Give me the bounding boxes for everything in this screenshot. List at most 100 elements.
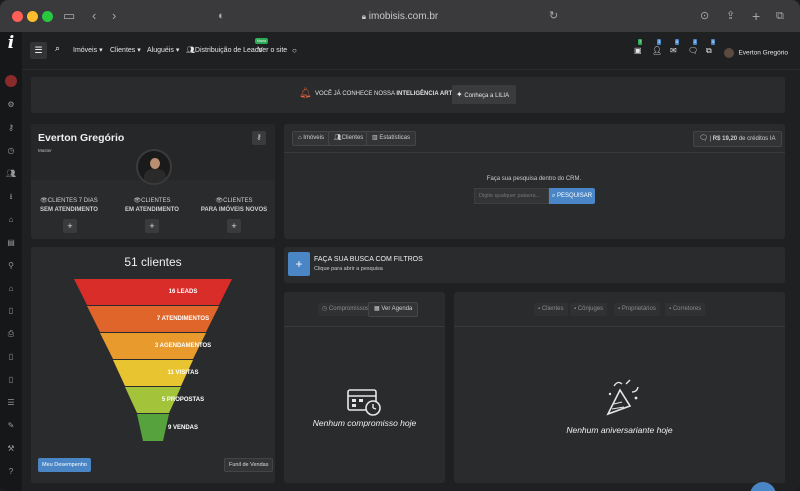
- top-navbar: ☰ ⌕ Imóveis ▾ Clientes ▾ Aluguéis ▾ 👥︎Di…: [22, 32, 800, 70]
- tab-proprietarios[interactable]: ▪ Proprietários: [614, 303, 660, 316]
- filter-title: FAÇA SUA BUSCA COM FILTROS: [314, 256, 423, 263]
- file-icon[interactable]: ▯: [5, 305, 17, 317]
- help-icon[interactable]: ?: [5, 466, 17, 478]
- nav-alugueis[interactable]: Aluguéis ▾: [147, 43, 179, 59]
- new-tab-icon[interactable]: +: [752, 9, 760, 23]
- sidebar-toggle-icon[interactable]: ▭: [63, 9, 75, 23]
- mail-notification-icon[interactable]: ✉ 6: [670, 39, 680, 59]
- edit-icon[interactable]: ✎: [5, 420, 17, 432]
- privacy-shield-icon[interactable]: ◐: [218, 9, 225, 23]
- lock-icon: 🔒︎: [361, 12, 366, 21]
- tab-clientes-aniversario[interactable]: ▪ Clientes: [534, 303, 568, 316]
- reload-icon[interactable]: ↻: [549, 9, 558, 23]
- print-icon[interactable]: ⎙: [5, 328, 17, 340]
- sparkle-icon: ✦: [456, 90, 463, 99]
- tab-conjuges-label: Cônjuges: [577, 306, 604, 312]
- building-icon[interactable]: ⌂: [5, 283, 17, 295]
- funnel-label-vendas: 9 VENDAS: [167, 425, 198, 431]
- list-icon[interactable]: ☰: [5, 397, 17, 409]
- plus-icon: +: [295, 257, 303, 271]
- clock-icon[interactable]: ◷: [5, 145, 17, 157]
- ai-credits-button[interactable]: 🗨︎ | R$ 19,20 de créditos IA: [693, 131, 782, 147]
- key-icon: ⚷: [256, 134, 262, 141]
- search-prompt: Faça sua pesquisa dentro do CRM.: [486, 176, 582, 182]
- tab-conjuges[interactable]: ▪ Cônjuges: [570, 303, 608, 316]
- crm-search-input[interactable]: [474, 188, 549, 204]
- user-menu[interactable]: Everton Gregório: [724, 44, 788, 58]
- conheca-lilia-button[interactable]: ✦ Conheça a LILIA: [452, 85, 516, 104]
- meu-desempenho-button[interactable]: Meu Desempenho: [38, 458, 91, 472]
- nav-imoveis[interactable]: Imóveis ▾: [73, 43, 103, 59]
- notification-badge: 3: [657, 39, 662, 45]
- close-window-button[interactable]: [12, 11, 23, 22]
- filter-search-panel[interactable]: + FAÇA SUA BUSCA COM FILTROS Clique para…: [284, 247, 785, 283]
- open-filters-button[interactable]: +: [288, 252, 310, 276]
- avatar-body: [144, 169, 166, 183]
- user-icon: ▪: [669, 306, 672, 312]
- funnel-label-atendimentos: 7 ATENDIMENTOS: [156, 316, 210, 322]
- funnel-label-visitas: 11 VISITAS: [167, 370, 199, 376]
- tab-overview-icon[interactable]: ⧉: [776, 9, 784, 23]
- funil-de-vendas-button[interactable]: Funil de Vendas: [224, 458, 274, 472]
- download-icon[interactable]: ⭳: [5, 191, 17, 203]
- calendar-icon: ▦: [374, 306, 380, 312]
- back-icon[interactable]: ‹: [92, 9, 96, 23]
- eye-icon: 👁︎: [133, 198, 142, 204]
- search-icon[interactable]: ⌕: [55, 43, 60, 54]
- minimize-window-button[interactable]: [27, 11, 38, 22]
- eye-icon: 👁︎: [215, 198, 224, 204]
- circle-status-icon[interactable]: ○: [292, 43, 297, 59]
- tab-compromissos[interactable]: ◷ Compromissos: [318, 303, 373, 316]
- calendar-empty-icon: [347, 389, 381, 416]
- report-icon[interactable]: ▯: [5, 374, 17, 386]
- nav-distribuicao-leads[interactable]: 👥︎Distribuição de Leads Novo: [186, 38, 269, 59]
- home-icon[interactable]: ⌂: [5, 214, 17, 226]
- tab-estatisticas[interactable]: ▥ Estatísticas: [366, 131, 417, 146]
- address-bar[interactable]: 🔒︎ imobisis.com.br: [280, 8, 520, 25]
- user-notification-icon[interactable]: 👤︎ 3: [652, 39, 662, 59]
- chat-widget-button[interactable]: [750, 482, 776, 491]
- tab-corretores-label: Corretores: [672, 306, 702, 312]
- dashboard-icon[interactable]: [5, 75, 17, 87]
- browser-toolbar: ▭ ‹ › ◐ 🔒︎ imobisis.com.br ↻ ⊙ ⇪ + ⧉: [0, 0, 800, 32]
- stat-label-imoveis-novos: 👁︎CLIENTES PARA IMÓVEIS NOVOS: [194, 197, 274, 215]
- profile-edit-button[interactable]: ⚷: [252, 131, 266, 145]
- key-icon[interactable]: ⚷: [5, 122, 17, 134]
- forward-icon[interactable]: ›: [112, 9, 116, 23]
- settings-icon[interactable]: ⚙: [5, 99, 17, 111]
- tab-clientes[interactable]: 👥︎Clientes: [328, 131, 370, 146]
- download-icon[interactable]: ⊙: [700, 9, 709, 23]
- caret-down-icon: ▾: [99, 47, 103, 54]
- docs-notification-icon[interactable]: ⧉ 5: [706, 39, 716, 59]
- party-popper-icon: [606, 379, 639, 416]
- map-icon[interactable]: ▤: [5, 237, 17, 249]
- ver-agenda-button[interactable]: ▦ Ver Agenda: [368, 302, 419, 317]
- share-icon[interactable]: ⇪: [726, 9, 735, 23]
- add-em-atendimento-button[interactable]: +: [145, 219, 159, 233]
- add-sem-atendimento-button[interactable]: +: [63, 219, 77, 233]
- profile-name: Everton Gregório: [38, 132, 125, 144]
- users-icon: 👥︎: [334, 135, 342, 141]
- user-name: Everton Gregório: [738, 49, 788, 57]
- image-notification-icon[interactable]: ▣ 7: [634, 39, 643, 59]
- app-logo[interactable]: i: [3, 35, 19, 52]
- pesquisar-button[interactable]: ⌕ PESQUISAR: [549, 188, 595, 204]
- tab-corretores[interactable]: ▪ Corretores: [665, 303, 706, 316]
- users-icon[interactable]: 👥︎: [5, 168, 17, 180]
- bell-icon: 🔔︎: [299, 88, 312, 99]
- nav-ver-site[interactable]: Ver o site: [258, 43, 287, 59]
- tab-imoveis-label: Imóveis: [303, 135, 324, 141]
- chat-notification-icon[interactable]: 🗨︎ 2: [688, 39, 698, 59]
- browser-window: ▭ ‹ › ◐ 🔒︎ imobisis.com.br ↻ ⊙ ⇪ + ⧉ i ⚙…: [0, 0, 800, 491]
- nav-clientes[interactable]: Clientes ▾: [110, 43, 141, 59]
- search-panel: ⌂ Imóveis 👥︎Clientes ▥ Estatísticas 🗨︎ |…: [284, 124, 785, 239]
- tools-icon[interactable]: ⚒: [5, 443, 17, 455]
- document-icon[interactable]: ▯: [5, 351, 17, 363]
- pin-icon[interactable]: ⚲: [5, 260, 17, 272]
- stat-line2: EM ATENDIMENTO: [125, 207, 179, 213]
- home-icon: ⌂: [298, 135, 302, 141]
- menu-toggle-button[interactable]: ☰: [30, 42, 47, 59]
- add-imoveis-novos-button[interactable]: +: [227, 219, 241, 233]
- maximize-window-button[interactable]: [42, 11, 53, 22]
- tab-imoveis[interactable]: ⌂ Imóveis: [292, 131, 330, 146]
